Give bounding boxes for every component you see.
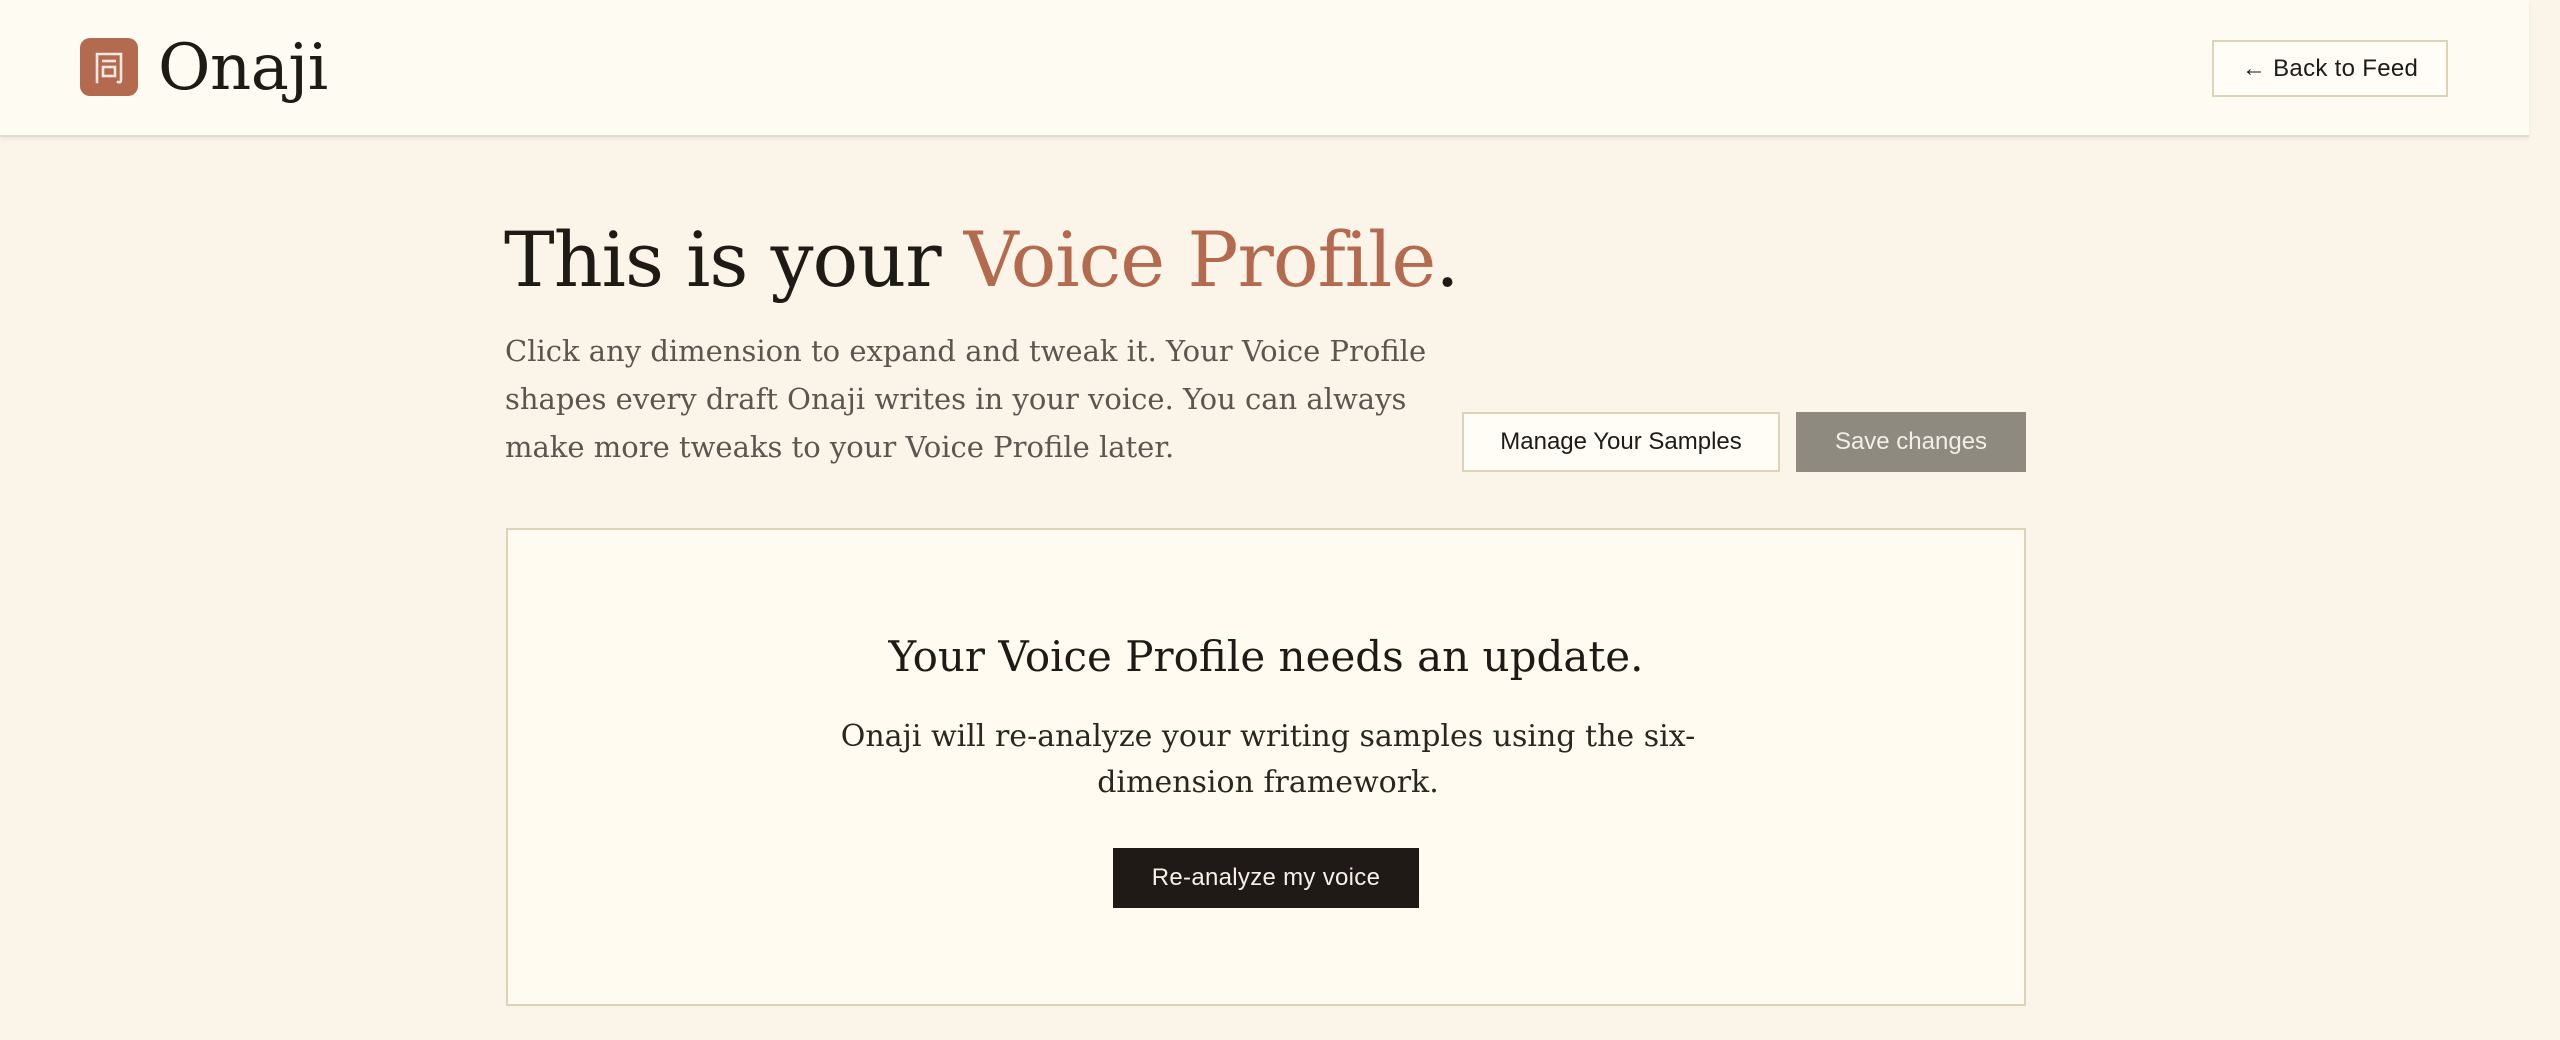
top-header: Onaji ← Back to Feed bbox=[0, 0, 2529, 137]
onaji-logo-icon[interactable] bbox=[80, 38, 138, 96]
manage-samples-button[interactable]: Manage Your Samples bbox=[1462, 412, 1780, 472]
kanji-glyph-icon bbox=[95, 52, 123, 84]
update-card-title: Your Voice Profile needs an update. bbox=[888, 632, 1644, 681]
page-title: This is your Voice Profile. bbox=[504, 205, 1460, 315]
reanalyze-voice-button[interactable]: Re-analyze my voice bbox=[1113, 848, 1419, 908]
voice-profile-update-card: Your Voice Profile needs an update. Onaj… bbox=[506, 528, 2026, 1006]
save-changes-button[interactable]: Save changes bbox=[1796, 412, 2026, 472]
title-prefix: This is your bbox=[504, 215, 964, 304]
back-to-feed-button[interactable]: ← Back to Feed bbox=[2212, 40, 2448, 97]
title-suffix: . bbox=[1435, 215, 1459, 304]
page-description: Click any dimension to expand and tweak … bbox=[505, 334, 1427, 464]
update-card-description: Onaji will re-analyze your writing sampl… bbox=[840, 719, 1696, 800]
title-accent: Voice Profile bbox=[963, 215, 1437, 304]
app-name[interactable]: Onaji bbox=[158, 28, 328, 108]
